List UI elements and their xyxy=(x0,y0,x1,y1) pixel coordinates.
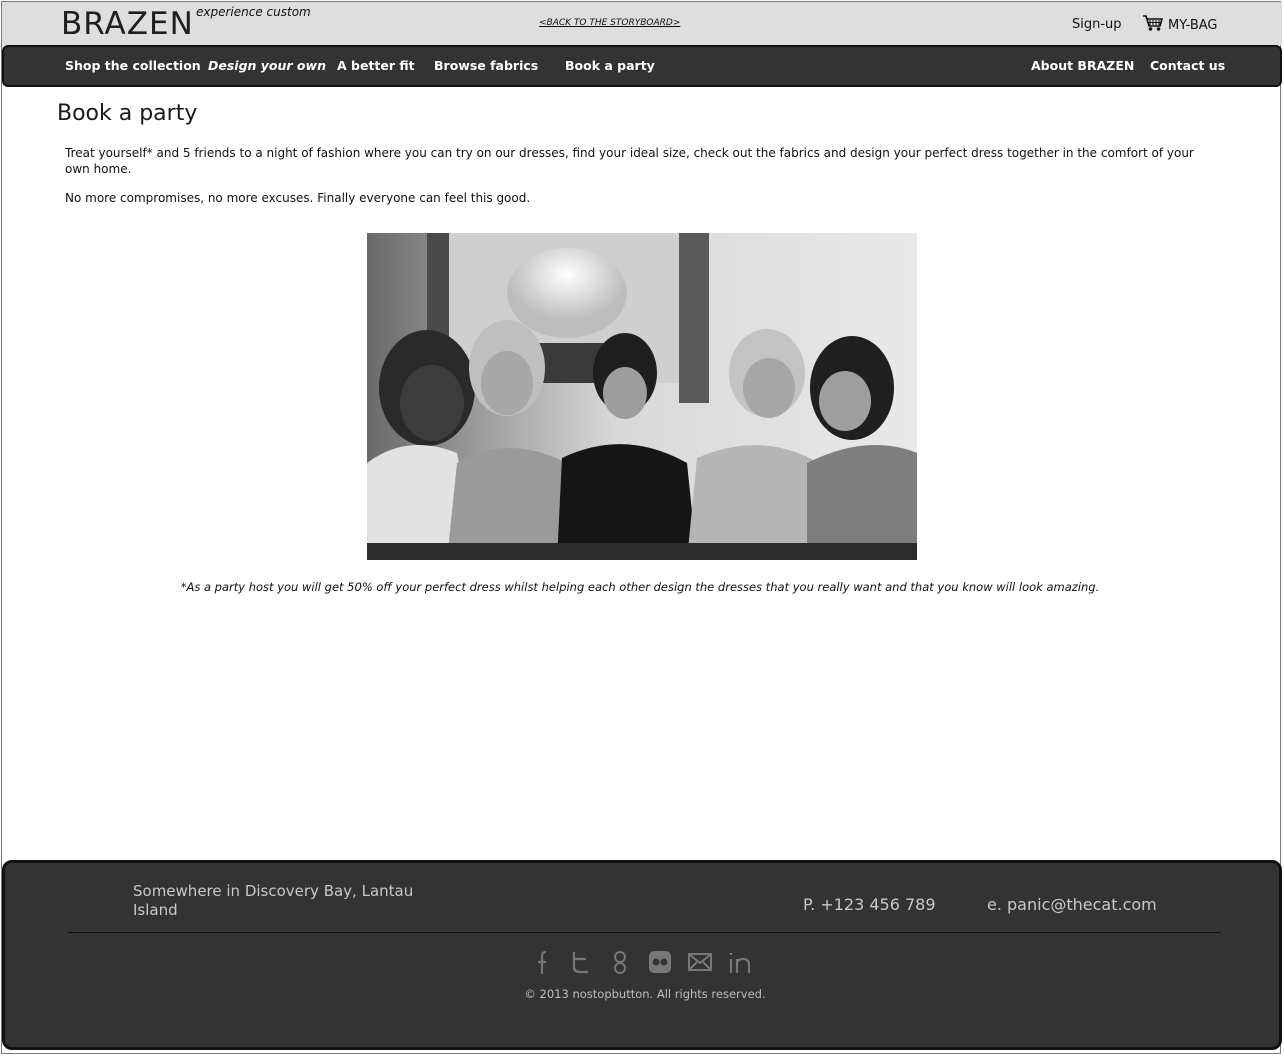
page-title: Book a party xyxy=(57,101,198,126)
google-icon[interactable] xyxy=(607,949,633,975)
footer-email[interactable]: e. panic@thecat.com xyxy=(987,895,1157,914)
nav-book-a-party[interactable]: Book a party xyxy=(565,58,655,73)
intro-paragraph: Treat yourself* and 5 friends to a night… xyxy=(65,146,1194,176)
nav-a-better-fit[interactable]: A better fit xyxy=(337,58,415,73)
linkedin-icon[interactable] xyxy=(727,949,753,975)
intro-paragraph-2: No more compromises, no more excuses. Fi… xyxy=(65,191,531,205)
twitter-icon[interactable] xyxy=(567,949,593,975)
discount-caption: *As a party host you will get 50% off yo… xyxy=(180,580,1100,594)
brand-logo[interactable]: BRAZEN xyxy=(61,6,194,42)
cart-icon xyxy=(1142,14,1168,36)
party-photo xyxy=(367,233,917,560)
facebook-icon[interactable] xyxy=(527,949,553,975)
footer-phone: P. +123 456 789 xyxy=(803,895,936,914)
nav-contact-us[interactable]: Contact us xyxy=(1150,58,1225,73)
email-icon[interactable] xyxy=(687,949,713,975)
nav-design-your-own[interactable]: Design your own xyxy=(208,58,326,73)
footer: Somewhere in Discovery Bay, Lantau Islan… xyxy=(2,860,1282,1050)
footer-address: Somewhere in Discovery Bay, Lantau Islan… xyxy=(133,882,414,919)
my-bag-label: MY-BAG xyxy=(1168,17,1218,33)
social-links xyxy=(527,947,753,977)
nav-browse-fabrics[interactable]: Browse fabrics xyxy=(434,58,538,73)
copyright-text: © 2013 nostopbutton. All rights reserved… xyxy=(524,987,766,1001)
my-bag-button[interactable]: MY-BAG xyxy=(1142,15,1218,35)
back-to-storyboard-link[interactable]: <BACK TO THE STORYBOARD> xyxy=(539,18,680,28)
main-nav: Shop the collection Design your own A be… xyxy=(2,45,1282,87)
flickr-icon[interactable] xyxy=(647,949,673,975)
nav-shop-the-collection[interactable]: Shop the collection xyxy=(65,58,201,73)
top-bar: BRAZEN experience custom <BACK TO THE ST… xyxy=(2,2,1282,45)
nav-about-brazen[interactable]: About BRAZEN xyxy=(1031,58,1134,73)
brand-tagline: experience custom xyxy=(196,5,311,19)
signup-link[interactable]: Sign-up xyxy=(1072,17,1122,32)
footer-divider xyxy=(68,932,1221,933)
